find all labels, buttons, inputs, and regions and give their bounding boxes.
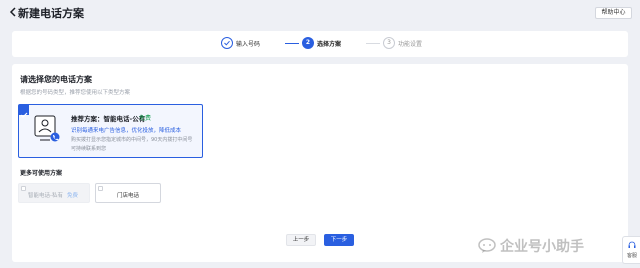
recommended-plan-title: 推荐方案：智能电话-公有 [71,115,146,123]
step-connector [366,43,380,44]
free-badge: 免费 [139,115,152,122]
step-1-check-icon [221,37,233,49]
free-badge: 免费 [67,193,79,199]
step-2-number: 2 [302,37,314,49]
plan-option-private: 智能电话-私有 免费 [18,183,90,203]
plan-option-store-phone[interactable]: 门店电话 [95,183,161,203]
plan-feature-text: 识别每通来电广告信息，优化投放，降低成本 [71,128,182,134]
option-checkbox[interactable] [98,186,103,191]
previous-step-button[interactable]: 上一步 [286,234,316,246]
selected-check-icon [19,105,29,118]
option-label: 门店电话 [117,193,140,199]
help-center-button[interactable]: 帮助中心 [595,7,632,19]
step-3-label: 功能设置 [398,41,423,48]
page-header: 新建电话方案 帮助中心 [0,0,640,26]
headset-icon [628,241,636,248]
chevron-left-icon[interactable] [9,7,17,17]
option-checkbox [21,186,26,191]
customer-service-label: 客服 [626,253,637,259]
plan-description-line: 购买拨打显示您指定城市的中间号，90天内拨打中间号 [71,137,193,143]
chat-bubble-icon [478,238,496,253]
step-connector [285,43,299,44]
section-description: 根据您的号码类型，推荐您使用以下类型方案 [20,90,131,96]
customer-service-tab[interactable]: 客服 [622,236,640,264]
step-2-label: 选择方案 [317,41,342,48]
option-label: 智能电话-私有 [28,193,63,199]
step-3-number: 3 [383,37,395,49]
steps-bar: 输入号码 2 选择方案 3 功能设置 [12,31,628,57]
plan-selection-panel: 请选择您的电话方案 根据您的号码类型，推荐您使用以下类型方案 推荐方案：智能电话… [12,64,628,262]
recommended-plan-card[interactable]: 推荐方案：智能电话-公有 免费 识别每通来电广告信息，优化投放，降低成本 购买拨… [18,104,203,158]
section-title: 请选择您的电话方案 [20,75,92,84]
next-step-button[interactable]: 下一步 [324,234,354,246]
more-plans-title: 更多可使用方案 [20,170,63,177]
page-title: 新建电话方案 [18,7,84,20]
watermark-text: 企业号小助手 [500,239,584,255]
agent-phone-icon [34,115,60,142]
step-1-label: 输入号码 [236,41,261,48]
plan-description-line: 可持续联系到您 [71,146,107,152]
